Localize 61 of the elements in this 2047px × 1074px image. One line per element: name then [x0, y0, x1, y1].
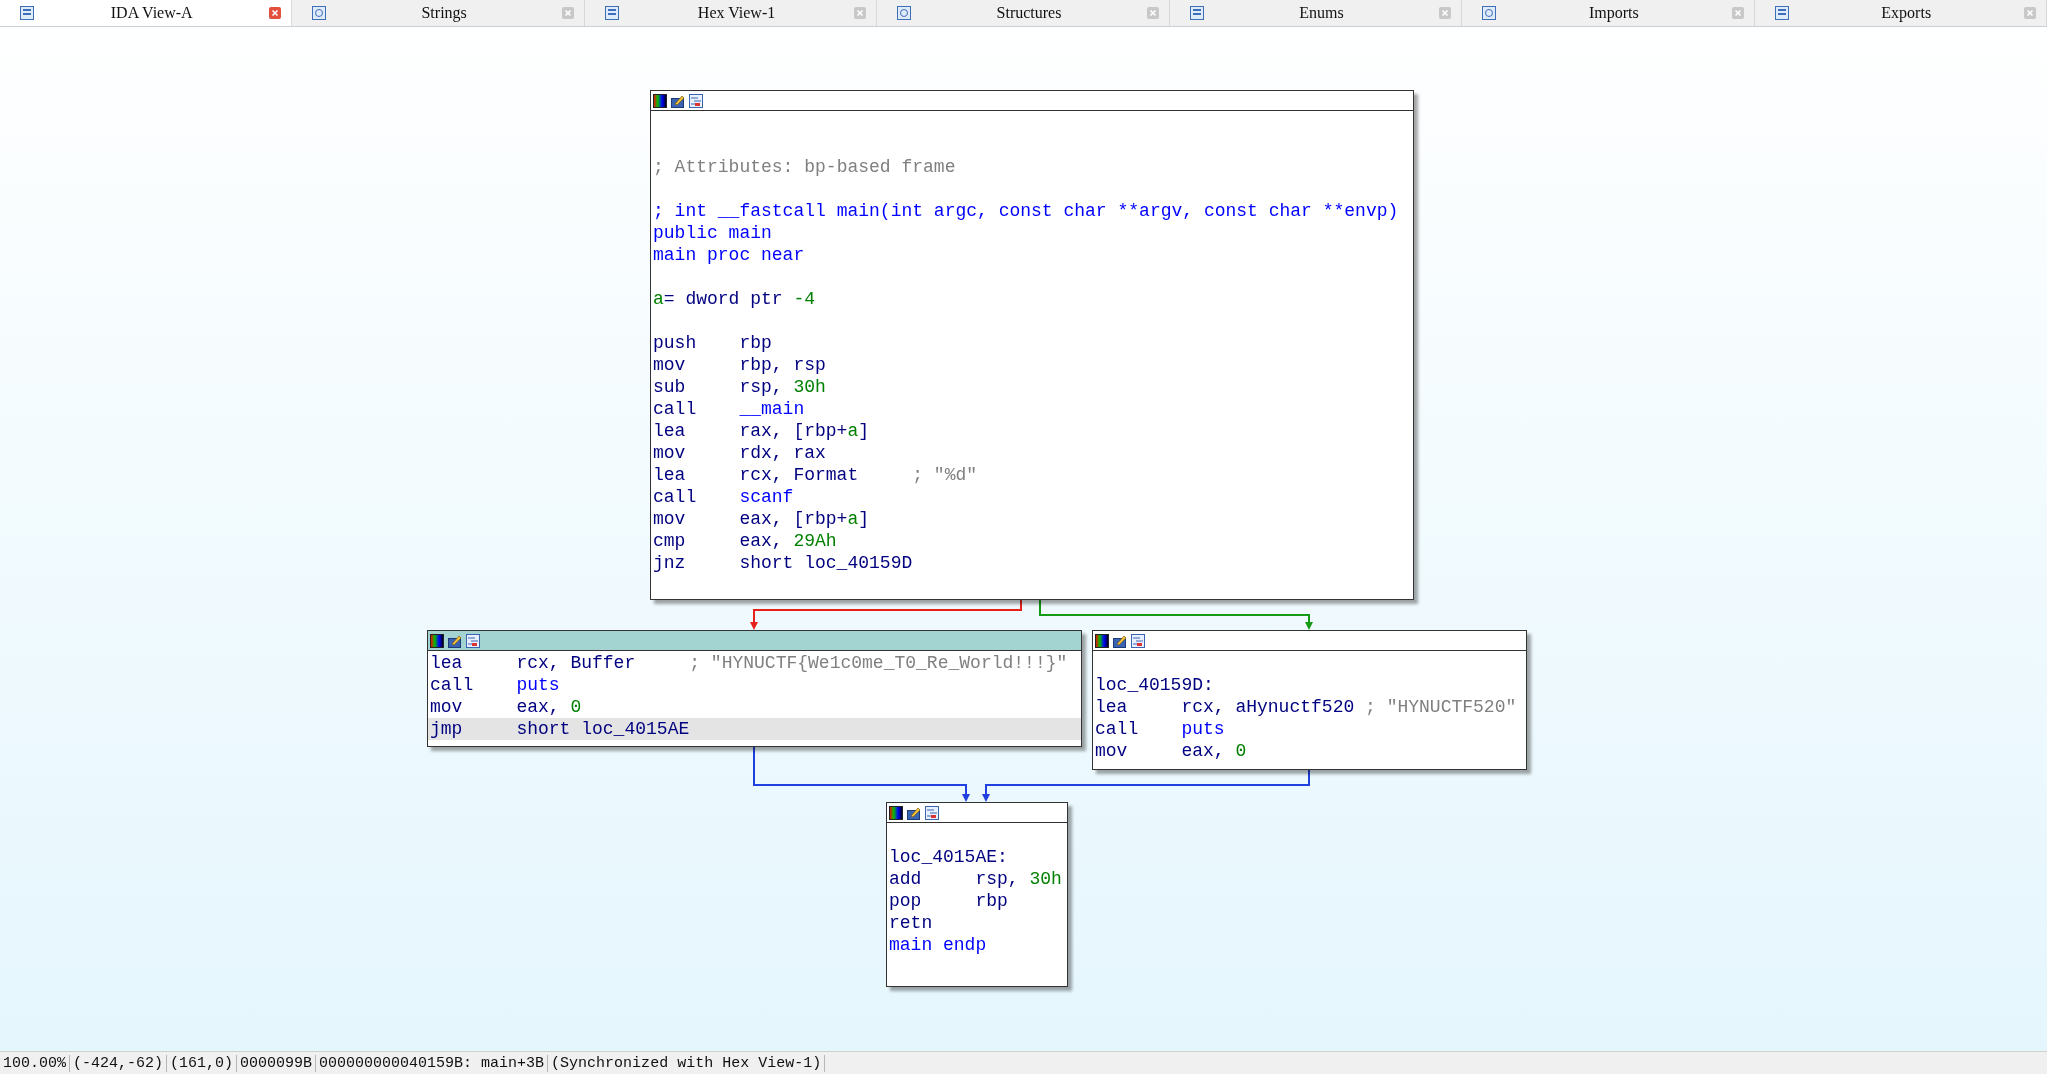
code-line[interactable]: a= dword ptr -4: [651, 288, 1413, 310]
status-field: (Synchronized with Hex View-1): [548, 1054, 826, 1072]
code-line[interactable]: lea rcx, Format ; "%d": [651, 464, 1413, 486]
status-field: 100.00%: [0, 1054, 70, 1072]
tab[interactable]: Enums: [1169, 0, 1463, 26]
view-icon: [312, 6, 327, 20]
code-line[interactable]: call scanf: [651, 486, 1413, 508]
tab[interactable]: IDA View-A: [0, 0, 293, 26]
view-icon: [1189, 6, 1204, 20]
status-field: 000000000040159B: main+3B: [316, 1054, 549, 1072]
code-line[interactable]: lea rcx, aHynuctf520 ; "HYNUCTF520": [1093, 696, 1526, 718]
code-line[interactable]: call __main: [651, 398, 1413, 420]
code-line[interactable]: public main: [651, 222, 1413, 244]
tab[interactable]: Hex View-1: [584, 0, 878, 26]
close-icon[interactable]: [269, 7, 282, 19]
palette-icon[interactable]: [430, 633, 444, 648]
code-line[interactable]: mov eax, [rbp+a]: [651, 508, 1413, 530]
code-line[interactable]: jnz short loc_40159D: [651, 552, 1413, 574]
status-field: (161,0): [167, 1054, 238, 1072]
code-line[interactable]: retn: [887, 912, 1067, 934]
code-line[interactable]: mov rdx, rax: [651, 442, 1413, 464]
view-icon: [897, 6, 912, 20]
code-line[interactable]: cmp eax, 29Ah: [651, 530, 1413, 552]
code-line[interactable]: sub rsp, 30h: [651, 376, 1413, 398]
view-icon: [1482, 6, 1497, 20]
code-line[interactable]: lea rax, [rbp+a]: [651, 420, 1413, 442]
pencil-icon[interactable]: [1113, 633, 1127, 648]
code-line[interactable]: lea rcx, Buffer ; "HYNUCTF{We1c0me_T0_Re_World!!!}": [428, 652, 1081, 674]
palette-icon[interactable]: [889, 805, 903, 820]
pencil-icon[interactable]: [907, 805, 921, 820]
tab[interactable]: Structures: [877, 0, 1170, 26]
code-line[interactable]: call puts: [1093, 718, 1526, 740]
tab[interactable]: Strings: [292, 0, 585, 26]
graph-icon[interactable]: [1131, 633, 1145, 648]
code-line[interactable]: ; Attributes: bp-based frame: [651, 156, 1413, 178]
view-icon: [20, 6, 34, 20]
view-icon: [604, 6, 619, 20]
code-line[interactable]: main endp: [887, 934, 1067, 956]
code-line[interactable]: mov eax, 0: [1093, 740, 1526, 762]
status-field: 0000099B: [237, 1054, 317, 1072]
graph-icon[interactable]: [925, 805, 939, 820]
code-line[interactable]: add rsp, 30h: [887, 868, 1067, 890]
code-line[interactable]: push rbp: [651, 332, 1413, 354]
code-line[interactable]: loc_40159D:: [1093, 674, 1526, 696]
code-line[interactable]: mov rbp, rsp: [651, 354, 1413, 376]
code-line[interactable]: loc_4015AE:: [887, 846, 1067, 868]
palette-icon[interactable]: [1095, 633, 1109, 648]
tab[interactable]: Imports: [1462, 0, 1755, 26]
tab[interactable]: Exports: [1754, 0, 2047, 26]
status-field: (-424,-62): [70, 1054, 168, 1072]
graph-icon[interactable]: [689, 93, 703, 108]
palette-icon[interactable]: [653, 93, 667, 108]
graph-icon[interactable]: [466, 633, 480, 648]
code-line[interactable]: pop rbp: [887, 890, 1067, 912]
pencil-icon[interactable]: [448, 633, 462, 648]
view-icon: [1774, 6, 1789, 20]
code-line[interactable]: mov eax, 0: [428, 696, 1081, 718]
code-line[interactable]: ; int __fastcall main(int argc, const char **argv, const char **envp): [651, 200, 1413, 222]
pencil-icon[interactable]: [671, 93, 685, 108]
code-line[interactable]: main proc near: [651, 244, 1413, 266]
code-line[interactable]: call puts: [428, 674, 1081, 696]
